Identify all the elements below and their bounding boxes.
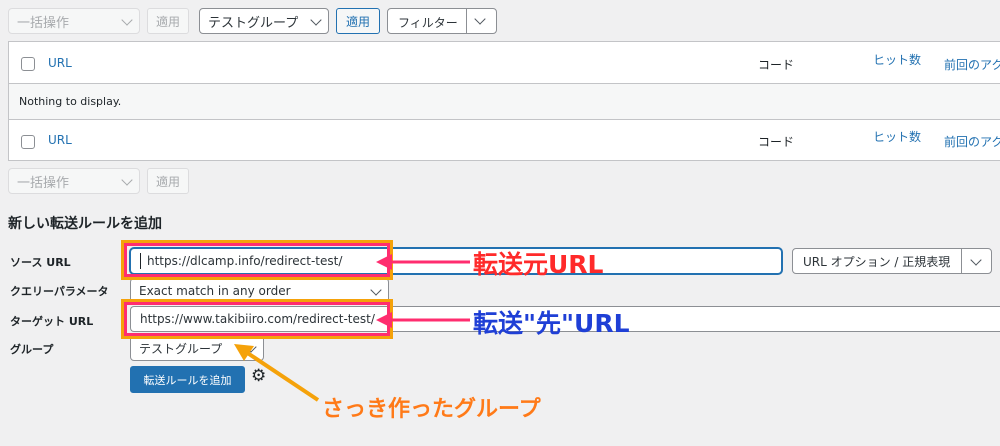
annotation-arrows (234, 254, 470, 402)
target-note: 転送"先"URL (473, 309, 630, 338)
group-note: さっき作ったグループ (322, 397, 541, 422)
group-arrow-icon (234, 344, 320, 402)
source-note: 転送元URL (473, 250, 604, 279)
source-arrow-icon (376, 254, 470, 270)
target-arrow-icon (376, 312, 470, 328)
